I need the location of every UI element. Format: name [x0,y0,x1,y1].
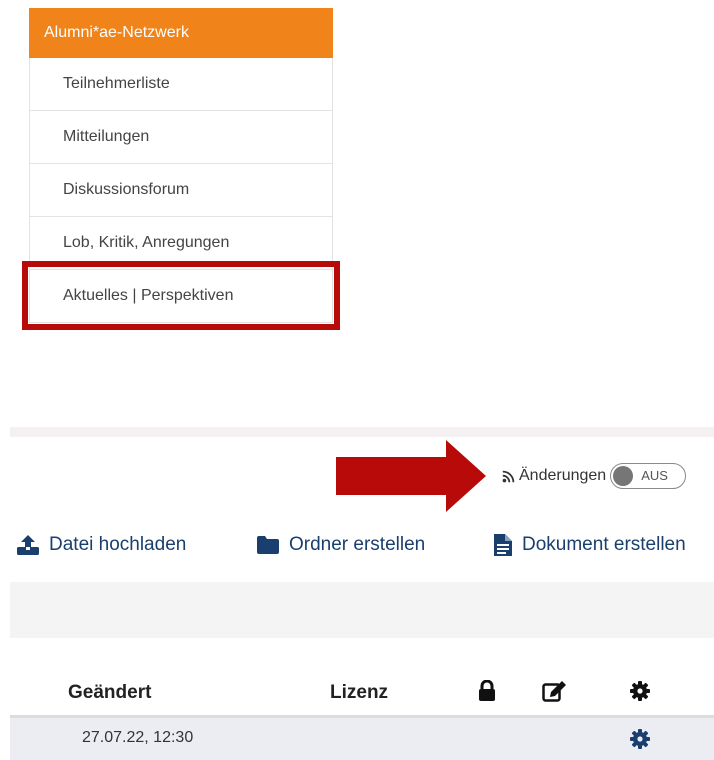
table-row[interactable]: 27.07.22, 12:30 [10,718,714,760]
arrow-annotation-icon [336,440,486,512]
rss-icon [502,470,515,482]
nav-item-messages[interactable]: Mitteilungen [29,111,333,164]
upload-icon [17,535,39,555]
create-folder-label: Ordner erstellen [289,534,426,555]
nav-item-participants[interactable]: Teilnehmerliste [29,58,333,111]
nav-header-alumni-network[interactable]: Alumni*ae-Netzwerk [29,8,333,58]
nav-item-discussion-forum[interactable]: Diskussionsforum [29,164,333,217]
gear-icon [630,681,650,701]
create-document-button[interactable]: Dokument erstellen [494,530,686,560]
changes-toggle[interactable]: AUS [610,463,687,489]
edit-icon [542,681,566,702]
toggle-state-label: AUS [641,468,668,483]
column-header-changed[interactable]: Geändert [68,682,151,704]
row-settings-gear-icon[interactable] [630,729,650,749]
file-text-icon [494,534,512,556]
lock-icon [479,680,495,701]
folder-icon [257,536,279,554]
column-header-license[interactable]: Lizenz [330,682,388,704]
highlight-annotation-box [22,261,340,330]
toggle-knob [613,466,634,486]
filter-bar [10,582,714,638]
upload-file-button[interactable]: Datei hochladen [17,530,186,560]
row-changed-date: 27.07.22, 12:30 [82,729,194,746]
create-folder-button[interactable]: Ordner erstellen [257,530,425,560]
upload-file-label: Datei hochladen [49,534,187,555]
changes-toggle-group: Änderungen AUS [502,462,687,490]
table-header: Geändert Lizenz [10,668,714,718]
section-divider [10,427,714,437]
changes-label: Änderungen [519,467,607,484]
create-document-label: Dokument erstellen [522,534,686,555]
